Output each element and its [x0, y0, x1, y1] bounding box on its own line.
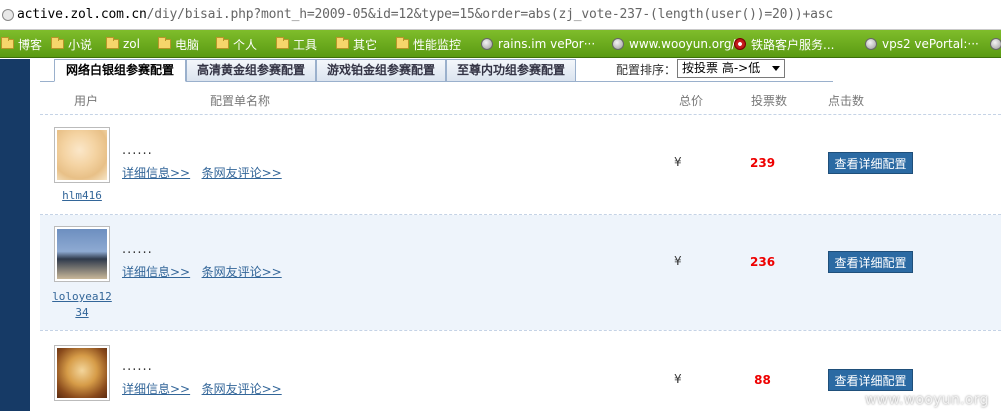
bookmark-label: 电脑	[175, 37, 200, 52]
sort-selected-value: 按投票 高->低	[682, 61, 761, 75]
row-links: 详细信息>> 条网友评论>>	[122, 380, 282, 397]
bookmark-computer[interactable]: 电脑	[158, 35, 199, 53]
vote-count: 239	[750, 156, 776, 170]
globe-icon	[612, 38, 624, 50]
bookmark-other[interactable]: 其它	[336, 35, 377, 53]
view-config-button[interactable]: 查看详细配置	[828, 251, 913, 273]
username-link[interactable]: hlm416	[42, 188, 122, 204]
url-text[interactable]: active.zol.com.cn/diy/bisai.php?mont_h=2…	[17, 7, 833, 22]
comments-link[interactable]: 条网友评论>>	[202, 166, 282, 180]
bookmark-label: 工具	[293, 37, 318, 52]
bookmark-vps2[interactable]: vps2 vePortal:···	[865, 35, 979, 53]
watermark: www.wooyun.org	[865, 392, 989, 408]
comments-link[interactable]: 条网友评论>>	[202, 382, 282, 396]
bookmark-perf-monitor[interactable]: 性能监控	[396, 35, 461, 53]
row-links: 详细信息>> 条网友评论>>	[122, 263, 282, 280]
folder-icon	[158, 37, 171, 49]
folder-icon	[276, 37, 289, 49]
username-line: 34	[75, 306, 89, 319]
user-avatar[interactable]	[54, 345, 110, 401]
col-header-votes: 投票数	[751, 94, 788, 108]
bookmark-label: 博客	[18, 37, 43, 52]
folder-icon	[336, 37, 349, 49]
username-line: loloyea12	[52, 290, 112, 303]
bookmark-railway[interactable]: 铁路客户服务...	[734, 35, 834, 53]
col-header-user: 用户	[74, 94, 99, 108]
address-bar[interactable]: active.zol.com.cn/diy/bisai.php?mont_h=2…	[0, 0, 1001, 30]
sort-label: 配置排序：	[616, 63, 677, 77]
bookmark-label: 性能监控	[413, 37, 462, 52]
config-title: ......	[122, 359, 153, 374]
username-link[interactable]: loloyea12 34	[42, 289, 122, 321]
vote-count: 88	[754, 373, 771, 387]
bookmark-overflow[interactable]	[990, 35, 1001, 53]
detail-info-link[interactable]: 详细信息>>	[122, 265, 190, 279]
config-title: ......	[122, 242, 153, 257]
anime-warrior-avatar	[57, 348, 107, 398]
dropdown-arrow-icon	[772, 66, 780, 71]
globe-icon	[481, 38, 493, 50]
left-sidebar-edge	[0, 59, 30, 411]
user-avatar[interactable]	[54, 226, 110, 282]
bookmark-label: 铁路客户服务...	[751, 37, 835, 52]
total-price: ¥	[674, 155, 682, 169]
vote-count: 236	[750, 255, 776, 269]
bookmark-label: 个人	[233, 37, 258, 52]
total-price: ¥	[674, 372, 682, 386]
folder-icon	[51, 37, 64, 49]
col-header-config-name: 配置单名称	[210, 94, 271, 108]
tab-gold-group[interactable]: 高清黄金组参赛配置	[186, 59, 316, 82]
folder-icon	[216, 37, 229, 49]
tab-silver-group[interactable]: 网络白银组参赛配置	[54, 59, 186, 82]
globe-icon	[865, 38, 877, 50]
bookmark-label: rains.im vePor···	[498, 37, 596, 51]
bookmark-novel[interactable]: 小说	[51, 35, 92, 53]
anime-girl-avatar	[57, 130, 107, 180]
globe-icon	[990, 38, 1001, 50]
bookmark-label: zol	[123, 37, 140, 51]
view-config-button[interactable]: 查看详细配置	[828, 152, 913, 174]
bookmark-label: vps2 vePortal:···	[882, 37, 979, 51]
comments-link[interactable]: 条网友评论>>	[202, 265, 282, 279]
user-avatar[interactable]	[54, 127, 110, 183]
config-title: ......	[122, 143, 153, 158]
url-path: /diy/bisai.php?mont_h=2009-05&id=12&type…	[146, 7, 834, 22]
table-row: hlm416 ...... 详细信息>> 条网友评论>> ¥ 239 查看详细配…	[40, 115, 1001, 214]
railway-icon	[734, 38, 746, 50]
folder-icon	[1, 37, 14, 49]
table-row: loloyea12 34 ...... 详细信息>> 条网友评论>> ¥ 236 …	[40, 215, 1001, 330]
bookmark-label: 其它	[353, 37, 378, 52]
col-header-total-price: 总价	[679, 94, 704, 108]
bookmark-tools[interactable]: 工具	[276, 35, 317, 53]
bookmarks-bar: 博客 小说 zol 电脑 个人 工具 其它 性能监控 rains.im vePo…	[0, 30, 1001, 58]
bookmark-rains[interactable]: rains.im vePor···	[481, 35, 595, 53]
bookmark-label: 小说	[68, 37, 93, 52]
bookmark-personal[interactable]: 个人	[216, 35, 257, 53]
sort-select[interactable]: 按投票 高->低	[677, 59, 785, 78]
url-host: active.zol.com.cn	[17, 7, 147, 22]
page-info-icon[interactable]	[2, 9, 14, 21]
folder-icon	[396, 37, 409, 49]
table-row: ...... 详细信息>> 条网友评论>> ¥ 88 查看详细配置	[40, 331, 1001, 411]
bookmark-blog[interactable]: 博客	[1, 35, 42, 53]
view-config-button[interactable]: 查看详细配置	[828, 369, 913, 391]
tab-supreme-group[interactable]: 至尊内功组参赛配置	[446, 59, 576, 82]
folder-icon	[106, 37, 119, 49]
col-header-clicks: 点击数	[828, 94, 865, 108]
tab-platinum-group[interactable]: 游戏铂金组参赛配置	[316, 59, 446, 82]
detail-info-link[interactable]: 详细信息>>	[122, 166, 190, 180]
row-links: 详细信息>> 条网友评论>>	[122, 164, 282, 181]
detail-info-link[interactable]: 详细信息>>	[122, 382, 190, 396]
man-photo-avatar	[57, 229, 107, 279]
bookmark-zol[interactable]: zol	[106, 35, 140, 53]
total-price: ¥	[674, 254, 682, 268]
bookmark-wooyun[interactable]: www.wooyun.org/	[612, 35, 736, 53]
bookmark-label: www.wooyun.org/	[629, 37, 736, 51]
